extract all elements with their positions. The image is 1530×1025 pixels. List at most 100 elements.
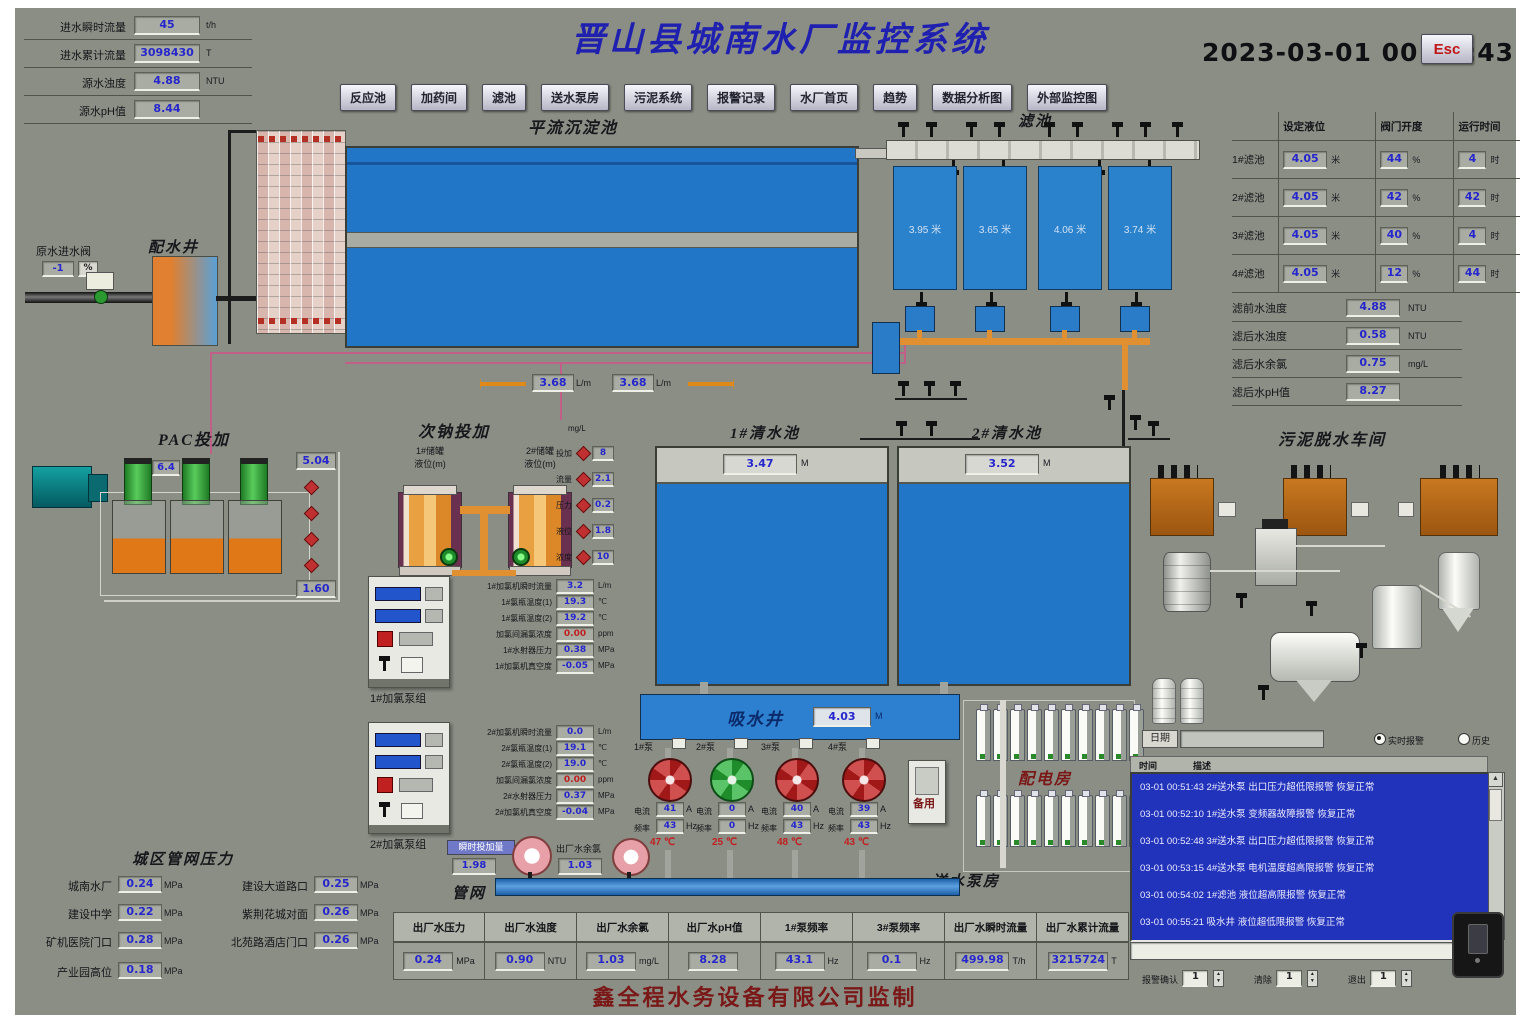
scroll-up-icon[interactable]: ▲ (1488, 772, 1503, 787)
valve-icon[interactable] (954, 386, 957, 396)
valve-icon[interactable] (902, 127, 905, 137)
intake-unit: T (206, 48, 212, 58)
valve-icon[interactable] (1152, 426, 1155, 436)
pressure-unit: MPa (164, 936, 183, 946)
alarm-list-item[interactable]: 03-01 00:52:10 1#送水泵 变频器故障报警 恢复正常 (1132, 801, 1488, 828)
valve-icon[interactable] (928, 386, 931, 396)
valve-icon[interactable] (920, 292, 923, 302)
pac-mixer-icon[interactable] (124, 458, 152, 505)
valve-icon[interactable] (1310, 606, 1313, 616)
breaker-cabinet-icon (1061, 795, 1076, 847)
exit-button-label[interactable]: 退出 (1348, 975, 1366, 985)
valve-icon[interactable] (1048, 127, 1051, 137)
alarm-list-item[interactable]: 03-01 00:55:21 吸水井 液位超低限报警 恢复正常 (1132, 909, 1488, 936)
nav-button-filter[interactable]: 滤池 (482, 84, 526, 111)
valve-icon[interactable] (998, 127, 1001, 137)
unit: % (1412, 269, 1420, 279)
valve-icon[interactable] (1360, 648, 1363, 658)
cabinet-button[interactable] (399, 632, 433, 646)
channel-pipe (228, 130, 231, 344)
filter-setpoint: 4.05 (1283, 265, 1327, 283)
current-label: 电流 (634, 806, 650, 817)
pac-mixer-icon[interactable] (240, 458, 268, 505)
hypo-valve-icon[interactable] (440, 548, 458, 566)
valve-icon[interactable] (1144, 127, 1147, 137)
log-filter-input[interactable] (1130, 942, 1486, 960)
log-date-input[interactable] (1180, 730, 1324, 748)
alarm-list-item[interactable]: 03-01 00:51:43 2#送水泵 出口压力超低限报警 恢复正常 (1132, 774, 1488, 801)
nav-button-data-analysis[interactable]: 数据分析图 (932, 84, 1012, 111)
valve-icon[interactable] (970, 127, 973, 137)
cabinet-switch[interactable] (401, 657, 423, 673)
valve-icon[interactable] (990, 292, 993, 302)
pump-icon[interactable] (710, 758, 754, 802)
valve-icon[interactable] (1116, 127, 1119, 137)
device-icon[interactable] (1452, 912, 1504, 978)
cabinet-button[interactable] (425, 609, 443, 623)
pump-icon[interactable] (842, 758, 886, 802)
hypo-row-value: 2.1 (592, 472, 614, 487)
inlet-valve-icon[interactable] (94, 290, 108, 304)
valve-icon[interactable] (383, 807, 386, 817)
nav-button-alarm-records[interactable]: 报警记录 (707, 84, 775, 111)
cabinet-button[interactable] (425, 755, 443, 769)
valve-icon[interactable] (1135, 292, 1138, 302)
valve-icon[interactable] (1076, 127, 1079, 137)
cabinet-button[interactable] (399, 778, 433, 792)
valve-icon[interactable] (930, 426, 933, 436)
pump-icon[interactable] (775, 758, 819, 802)
nav-button-sludge-system[interactable]: 污泥系统 (624, 84, 692, 111)
nav-button-pump-house[interactable]: 送水泵房 (541, 84, 609, 111)
radio-history[interactable] (1458, 733, 1470, 745)
valve-icon[interactable] (383, 661, 386, 671)
valve-icon[interactable] (930, 127, 933, 137)
pressure-label: 矿机医院门口 (28, 934, 112, 950)
drain-stub (917, 330, 922, 338)
valve-icon[interactable] (1065, 292, 1068, 302)
nav-button-dosing-room[interactable]: 加药间 (411, 84, 467, 111)
valve-icon[interactable] (1108, 400, 1111, 410)
residual-chlorine-value: 1.03 (558, 858, 602, 875)
cabinet-switch[interactable] (401, 803, 423, 819)
reading-unit: L/m (598, 727, 611, 736)
outlet-value: 0.90 (495, 952, 545, 971)
pump-icon[interactable] (648, 758, 692, 802)
reading-label: 1#水射器压力 (452, 645, 552, 656)
filter-label: 滤池 (1018, 110, 1052, 131)
scroll-thumb[interactable] (1489, 789, 1502, 821)
cabinet-button[interactable] (425, 733, 443, 747)
esc-button[interactable]: Esc (1421, 34, 1473, 64)
pac-mixer-icon[interactable] (182, 458, 210, 505)
nav-button-plant-home[interactable]: 水厂首页 (790, 84, 858, 111)
valve-icon[interactable] (1134, 420, 1137, 430)
valve-icon[interactable] (900, 426, 903, 436)
alarm-list-item[interactable]: 03-01 00:54:02 1#滤池 液位超高限报警 恢复正常 (1132, 882, 1488, 909)
nav-button-external-monitor[interactable]: 外部监控图 (1027, 84, 1107, 111)
nav-button-trends[interactable]: 趋势 (873, 84, 917, 111)
valve-icon[interactable] (1240, 598, 1243, 608)
spinner-icon[interactable]: ▲▼ (1213, 970, 1224, 987)
pool-divider (347, 232, 857, 248)
pac-pump[interactable] (32, 466, 92, 508)
radio-live-alarm[interactable] (1374, 733, 1386, 745)
nav-bar: 反应池 加药间 滤池 送水泵房 污泥系统 报警记录 水厂首页 趋势 数据分析图 … (340, 84, 1107, 111)
hypo-label: 次钠投加 (418, 418, 490, 442)
nav-button-reaction-pool[interactable]: 反应池 (340, 84, 396, 111)
valve-icon[interactable] (1176, 127, 1179, 137)
log-control-group: 报警确认 1 ▲▼ (1142, 970, 1224, 988)
channel-pipe (228, 130, 256, 133)
hypo-valve-icon[interactable] (512, 548, 530, 566)
pressure-value: 0.22 (118, 904, 162, 921)
valve-icon[interactable] (902, 386, 905, 396)
outlet-unit: NTU (548, 956, 567, 966)
alarm-list-item[interactable]: 03-01 00:53:15 4#送水泵 电机温度超高限报警 恢复正常 (1132, 855, 1488, 882)
valve-icon[interactable] (1262, 690, 1265, 700)
spinner-icon[interactable]: ▲▼ (1401, 970, 1412, 987)
cabinet-button[interactable] (425, 587, 443, 601)
spinner-icon[interactable]: ▲▼ (1307, 970, 1318, 987)
alarm-list-item[interactable]: 03-01 00:52:48 3#送水泵 出口压力超低限报警 恢复正常 (1132, 828, 1488, 855)
clear-button-label[interactable]: 清除 (1254, 975, 1272, 985)
ack-button-label[interactable]: 报警确认 (1142, 975, 1178, 985)
sedimentation-label: 平流沉淀池 (528, 114, 618, 138)
sludge-pipe (1210, 570, 1340, 572)
